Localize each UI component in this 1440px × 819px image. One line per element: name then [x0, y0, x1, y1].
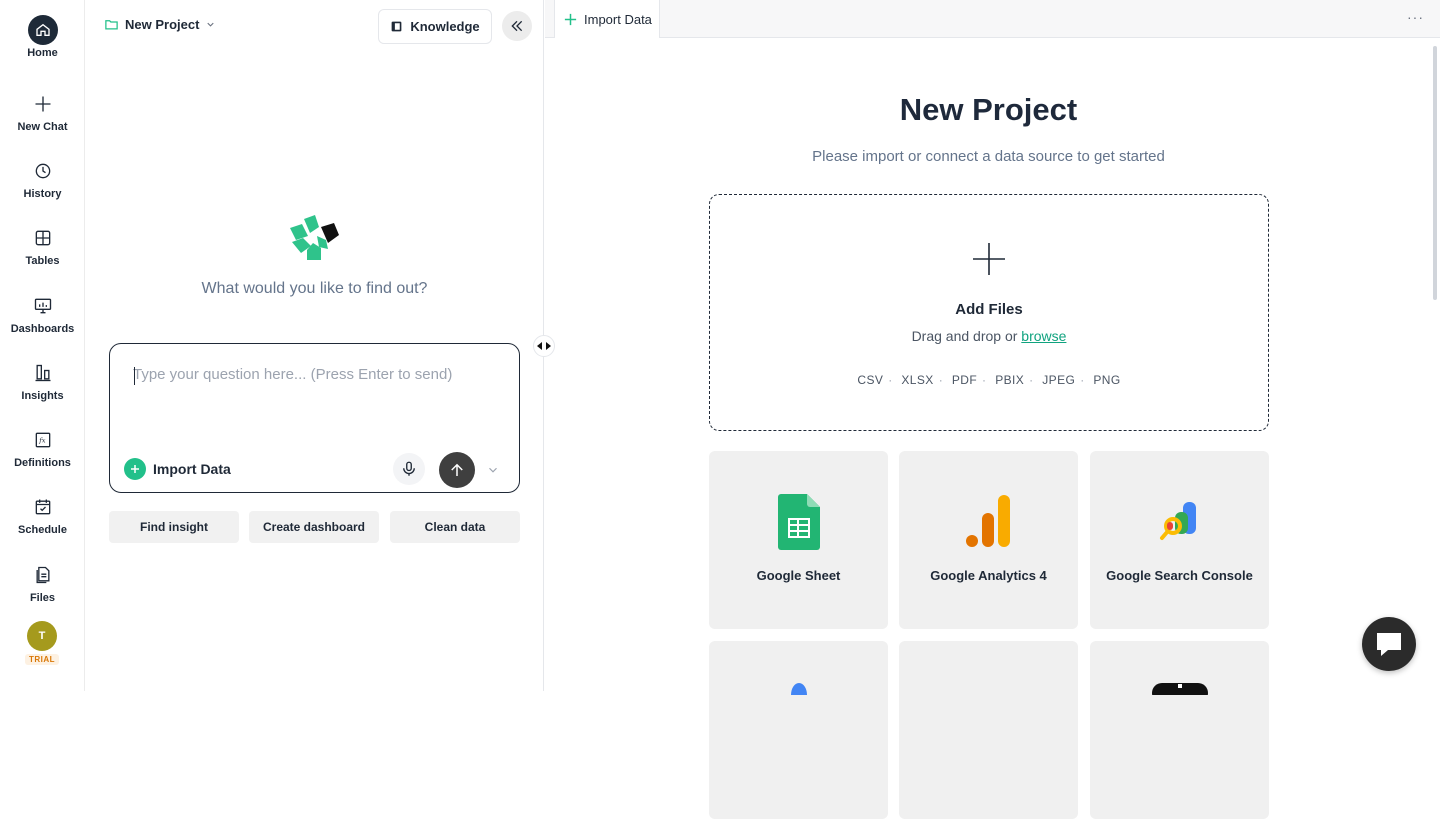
- browse-link[interactable]: browse: [1021, 328, 1066, 344]
- chevron-down-icon: [207, 22, 215, 27]
- import-data-button[interactable]: Import Data: [124, 458, 231, 480]
- panel-resize-handle[interactable]: [533, 335, 555, 357]
- nav-label: Home: [27, 47, 58, 59]
- page-subtitle: Please import or connect a data source t…: [812, 148, 1165, 165]
- nav-item-new-chat[interactable]: New Chat: [0, 89, 85, 133]
- trial-badge: TRIAL: [25, 654, 60, 665]
- dropzone-hint-text: Drag and drop or: [911, 328, 1018, 344]
- google-analytics-icon: [965, 495, 1010, 547]
- nav-label: New Chat: [17, 121, 68, 133]
- file-dropzone[interactable]: Add Files Drag and drop or browse CSV · X…: [709, 194, 1269, 431]
- left-nav-rail: Home New Chat History Tables Dashboards …: [0, 0, 85, 691]
- nav-item-definitions[interactable]: fx Definitions: [0, 425, 85, 469]
- nav-item-history[interactable]: History: [0, 156, 85, 200]
- workspace-panel: Import Data ··· New Project Please impor…: [545, 0, 1440, 819]
- source-card-google-analytics[interactable]: Google Analytics 4: [899, 451, 1078, 629]
- insights-icon: [28, 358, 58, 388]
- plus-circle-icon: [124, 458, 146, 480]
- knowledge-label: Knowledge: [410, 19, 480, 34]
- knowledge-button[interactable]: Knowledge: [378, 9, 492, 44]
- nav-label: Files: [29, 592, 56, 604]
- prompt-question: What would you like to find out?: [201, 280, 428, 297]
- source-label: Google Search Console: [1106, 568, 1253, 583]
- format-item: CSV: [857, 373, 884, 387]
- source-icon-partial: [1152, 683, 1208, 695]
- nav-item-home[interactable]: Home: [0, 15, 85, 59]
- support-chat-button[interactable]: [1362, 617, 1416, 671]
- plus-icon: [28, 89, 58, 119]
- suggestion-clean-data[interactable]: Clean data: [390, 511, 520, 543]
- google-sheets-icon: [777, 494, 820, 550]
- suggestion-find-insight[interactable]: Find insight: [109, 511, 239, 543]
- more-options-icon[interactable]: ···: [1407, 9, 1424, 25]
- nav-item-files[interactable]: Files: [0, 560, 85, 604]
- source-card[interactable]: [709, 641, 888, 819]
- app-logo: [290, 215, 339, 260]
- dashboard-icon: [28, 291, 58, 321]
- nav-label: Definitions: [14, 457, 71, 469]
- nav-label: Insights: [21, 390, 64, 402]
- format-item: JPEG: [1042, 373, 1076, 387]
- dropzone-hint: Drag and drop or browse: [710, 328, 1268, 344]
- source-card-google-sheet[interactable]: Google Sheet: [709, 451, 888, 629]
- calendar-icon: [28, 492, 58, 522]
- chevron-down-icon: [489, 467, 497, 473]
- formula-icon: fx: [28, 425, 58, 455]
- source-card[interactable]: [1090, 641, 1269, 819]
- format-item: PDF: [951, 373, 978, 387]
- nav-item-schedule[interactable]: Schedule: [0, 492, 85, 536]
- history-icon: [28, 156, 58, 186]
- plus-icon: [564, 13, 577, 25]
- nav-label: Dashboards: [10, 323, 75, 335]
- tab-label: Import Data: [584, 11, 652, 27]
- nav-item-dashboards[interactable]: Dashboards: [0, 291, 85, 335]
- collapse-panel-button[interactable]: [502, 11, 532, 41]
- nav-label: Schedule: [18, 524, 67, 536]
- double-chevron-left-icon: [511, 20, 523, 32]
- add-files-title: Add Files: [955, 301, 1023, 318]
- project-name: New Project: [125, 17, 200, 32]
- project-selector[interactable]: New Project: [104, 17, 216, 32]
- send-button[interactable]: [439, 452, 475, 488]
- book-icon: [391, 21, 402, 32]
- nav-item-tables[interactable]: Tables: [0, 223, 85, 267]
- question-input[interactable]: [133, 366, 503, 426]
- nav-item-insights[interactable]: Insights: [0, 358, 85, 402]
- scrollbar[interactable]: [1433, 46, 1437, 300]
- source-card[interactable]: [899, 641, 1078, 819]
- chat-panel: New Project Knowledge What would you lik…: [85, 0, 544, 691]
- format-item: XLSX: [901, 373, 934, 387]
- send-options-dropdown[interactable]: [484, 461, 502, 479]
- source-icon-partial: [791, 683, 807, 695]
- resize-arrows-icon: [537, 342, 551, 350]
- arrow-up-icon: [451, 463, 463, 476]
- avatar[interactable]: T: [27, 621, 57, 651]
- table-icon: [28, 223, 58, 253]
- nav-label: Tables: [25, 255, 60, 267]
- folder-icon: [105, 20, 118, 30]
- home-icon: [27, 15, 58, 45]
- chat-bubble-icon: [1377, 633, 1401, 656]
- tab-bar: Import Data ···: [545, 0, 1440, 38]
- google-search-console-icon: [1159, 502, 1196, 540]
- suggestion-create-dashboard[interactable]: Create dashboard: [249, 511, 379, 543]
- nav-label: History: [23, 188, 62, 200]
- svg-text:fx: fx: [38, 437, 45, 445]
- files-icon: [28, 560, 58, 590]
- source-label: Google Analytics 4: [930, 568, 1047, 583]
- microphone-icon: [403, 461, 415, 476]
- add-files-icon: [973, 243, 1005, 275]
- source-card-google-search-console[interactable]: Google Search Console: [1090, 451, 1269, 629]
- import-data-label: Import Data: [153, 461, 231, 477]
- chat-input-box: Import Data: [109, 343, 520, 493]
- microphone-button[interactable]: [393, 453, 425, 485]
- supported-formats: CSV · XLSX · PDF · PBIX · JPEG · PNG: [857, 373, 1121, 387]
- text-caret: [134, 367, 135, 385]
- format-item: PNG: [1093, 373, 1121, 387]
- format-item: PBIX: [995, 373, 1025, 387]
- tab-import-data[interactable]: Import Data: [554, 0, 660, 38]
- page-title: New Project: [899, 92, 1078, 127]
- source-label: Google Sheet: [756, 568, 841, 583]
